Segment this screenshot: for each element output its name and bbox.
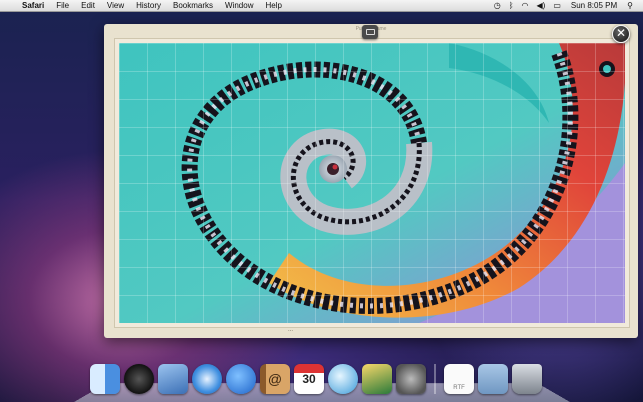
bluetooth-icon[interactable]: ᛒ [505, 0, 518, 12]
menu-help[interactable]: Help [259, 0, 287, 12]
menu-clock[interactable]: Sun 8:05 PM [565, 0, 623, 12]
address-book-icon[interactable]: @ [260, 364, 290, 394]
safari-icon[interactable] [192, 364, 222, 394]
fractal-spiral-image [119, 43, 625, 323]
spotlight-icon[interactable]: ⚲ [623, 0, 637, 12]
trash-icon[interactable] [512, 364, 542, 394]
finder-icon[interactable] [90, 364, 120, 394]
system-preferences-icon[interactable] [396, 364, 426, 394]
ichat-icon[interactable] [226, 364, 256, 394]
downloads-folder-icon[interactable] [478, 364, 508, 394]
window-caption: ... [288, 327, 294, 333]
status-area: ◷ ᛒ ◠ ◀) ▭ Sun 8:05 PM ⚲ [490, 0, 643, 12]
menu-edit[interactable]: Edit [75, 0, 101, 12]
menu-bookmarks[interactable]: Bookmarks [167, 0, 219, 12]
close-button[interactable]: ✕ [612, 25, 630, 43]
menu-bar: Safari File Edit View History Bookmarks … [0, 0, 643, 12]
wifi-icon[interactable]: ◠ [518, 0, 533, 12]
menu-view[interactable]: View [101, 0, 130, 12]
ical-icon[interactable]: 30 [294, 364, 324, 394]
mail-icon[interactable] [158, 364, 188, 394]
dashboard-icon[interactable] [124, 364, 154, 394]
puzzle-board [114, 38, 630, 328]
menu-window[interactable]: Window [219, 0, 259, 12]
puzzle-image[interactable] [119, 43, 625, 323]
battery-icon[interactable]: ▭ [549, 0, 565, 12]
menu-history[interactable]: History [130, 0, 167, 12]
puzzle-menu-button[interactable] [362, 25, 378, 39]
iphoto-icon[interactable] [362, 364, 392, 394]
volume-icon[interactable]: ◀) [533, 0, 550, 12]
itunes-icon[interactable] [328, 364, 358, 394]
time-machine-icon[interactable]: ◷ [490, 0, 505, 12]
menu-file[interactable]: File [50, 0, 75, 12]
dock-separator [434, 364, 436, 394]
menu-app-name[interactable]: Safari [16, 0, 50, 12]
rtf-document-icon[interactable]: RTF [444, 364, 474, 394]
dock: @ 30 RTF [90, 358, 546, 394]
puzzle-window: Puzzle Frame [104, 24, 638, 338]
